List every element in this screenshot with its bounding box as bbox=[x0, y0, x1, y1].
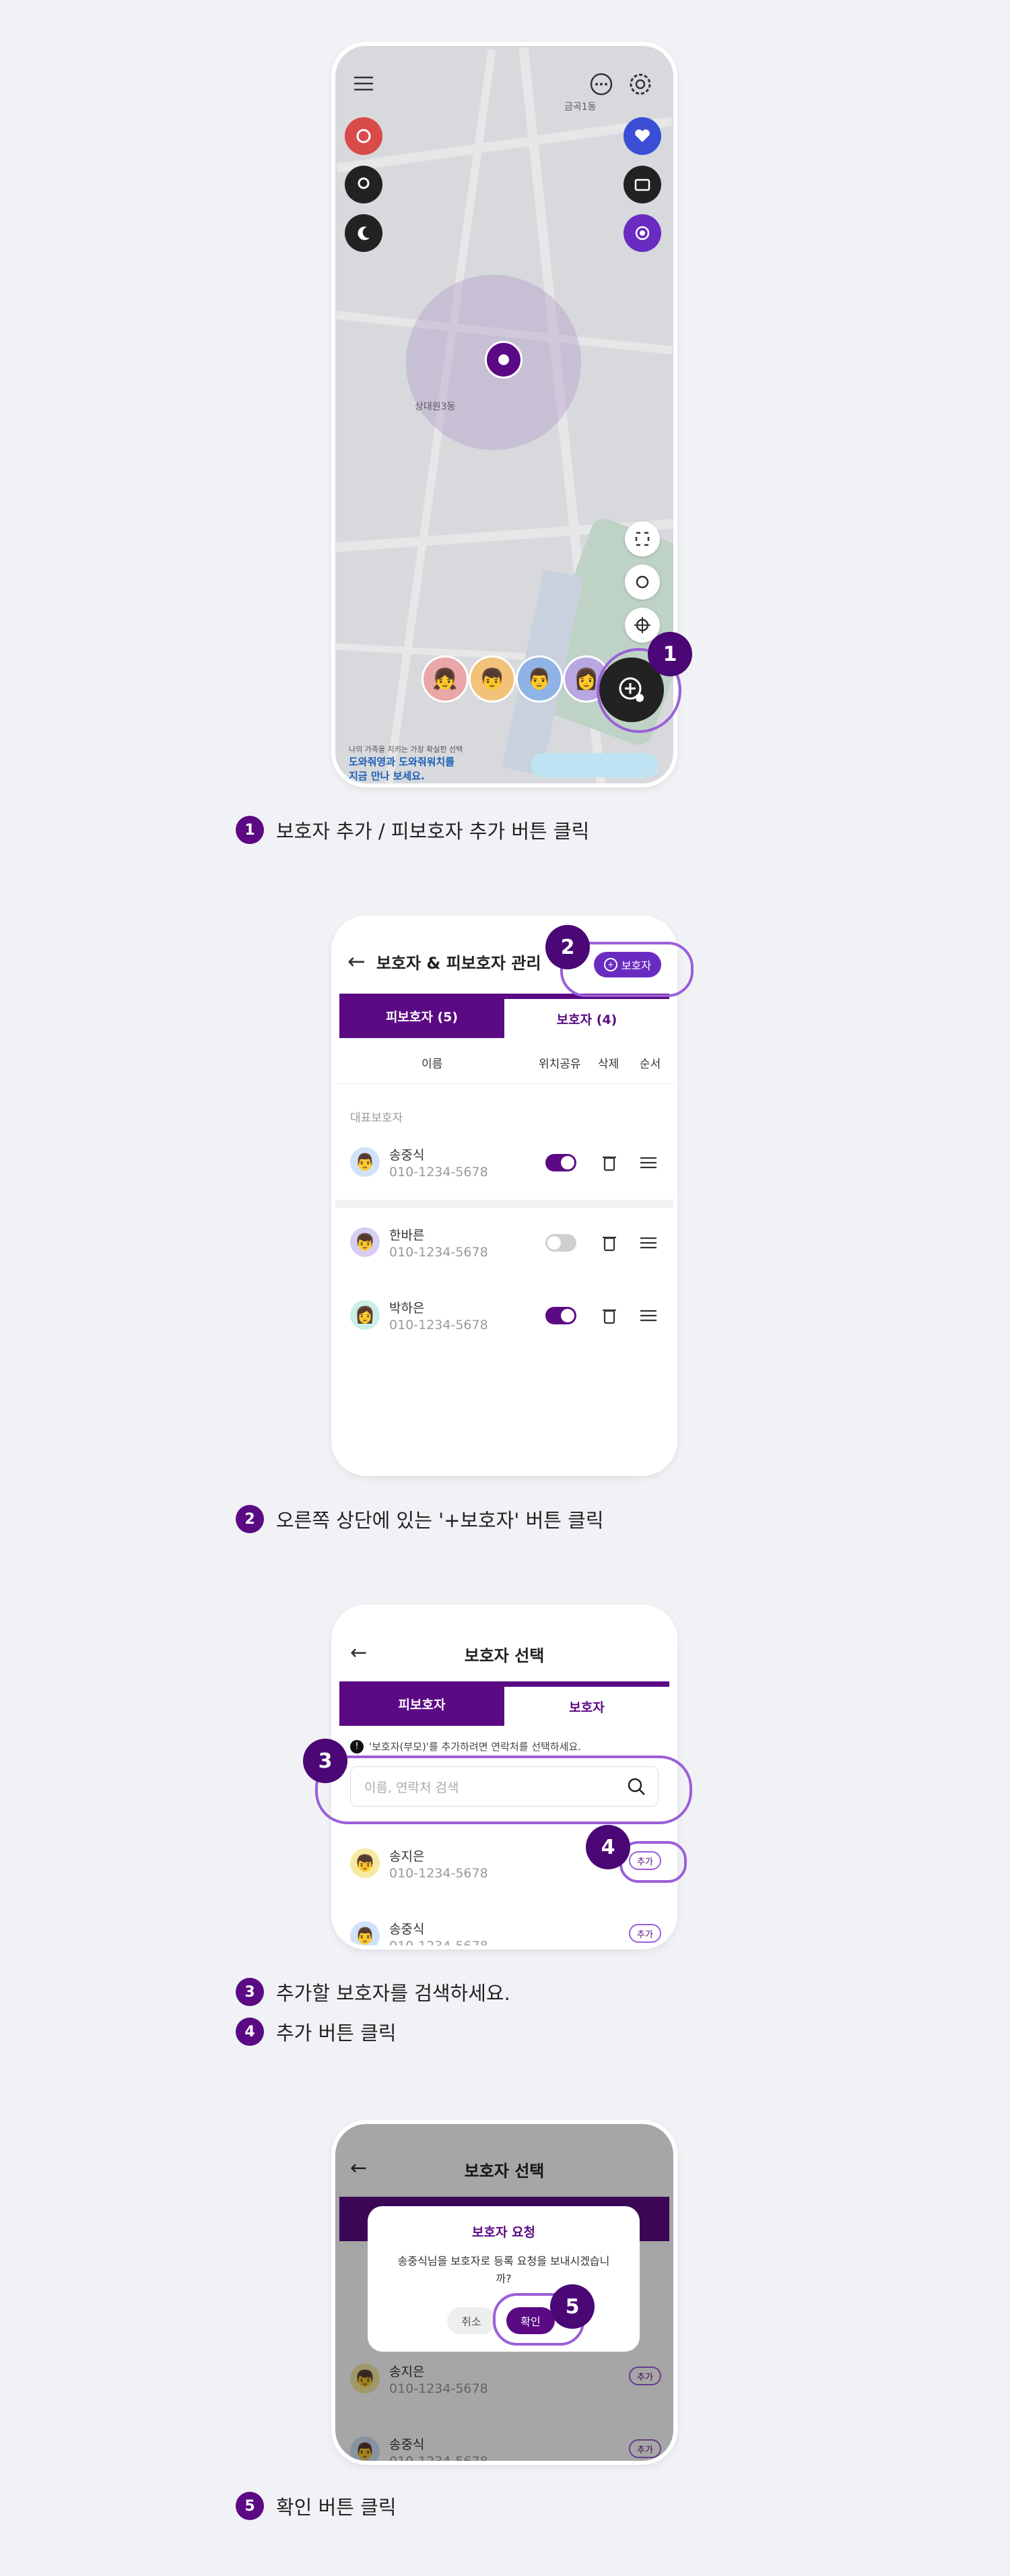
avatar: 👩 bbox=[350, 1300, 380, 1330]
guardian-name: 송중식 bbox=[389, 1921, 425, 1937]
back-arrow-icon[interactable]: ← bbox=[347, 948, 366, 974]
location-share-toggle[interactable] bbox=[545, 1307, 576, 1324]
guardian-phone: 010-1234-5678 bbox=[389, 1939, 488, 1946]
geofence-icon[interactable] bbox=[624, 214, 661, 252]
settings-gear-icon[interactable] bbox=[626, 70, 654, 98]
column-location-share: 위치공유 bbox=[539, 1058, 581, 1071]
step-3: 3 추가할 보호자를 검색하세요. bbox=[236, 1978, 510, 2006]
add-button[interactable]: 추가 bbox=[629, 1924, 661, 1943]
tab-guardian[interactable]: 보호자 bbox=[504, 1687, 669, 1726]
divider bbox=[335, 1083, 673, 1084]
column-delete: 삭제 bbox=[598, 1058, 619, 1071]
step-badge-4: 4 bbox=[586, 1825, 630, 1869]
reorder-handle-icon[interactable] bbox=[638, 1233, 659, 1253]
wallet-icon[interactable] bbox=[624, 166, 661, 203]
trash-icon[interactable] bbox=[599, 1304, 619, 1327]
step-badge-2: 2 bbox=[545, 925, 590, 969]
reorder-handle-icon[interactable] bbox=[638, 1306, 659, 1326]
reorder-handle-icon[interactable] bbox=[638, 1153, 659, 1173]
phone-manage-screen: ← 보호자 & 피보호자 관리 + 보호자 피보호자 (5) 보호자 (4) 이… bbox=[335, 920, 673, 1472]
family-member-avatar[interactable]: 👧 bbox=[422, 655, 469, 703]
tab-protected[interactable]: 피보호자 (5) bbox=[339, 994, 504, 1038]
tab-protected[interactable]: 피보호자 bbox=[339, 1681, 504, 1726]
tab-guardian[interactable]: 보호자 (4) bbox=[504, 999, 669, 1038]
column-name: 이름 bbox=[422, 1058, 443, 1071]
avatar: 👨 bbox=[350, 1147, 380, 1177]
guardian-phone: 010-1234-5678 bbox=[389, 1164, 488, 1180]
step-1: 1 보호자 추가 / 피보호자 추가 버튼 클릭 bbox=[236, 816, 589, 844]
family-member-avatar[interactable]: 👨 bbox=[516, 655, 563, 703]
step-number: 1 bbox=[236, 816, 264, 844]
family-member-avatar[interactable]: 👦 bbox=[469, 655, 516, 703]
avatar: 👨 bbox=[350, 1921, 380, 1945]
step-number: 5 bbox=[236, 2492, 264, 2520]
cancel-button[interactable]: 취소 bbox=[447, 2307, 496, 2334]
info-icon: ! bbox=[350, 1739, 364, 1753]
step-text: 오른쪽 상단에 있는 '+보호자' 버튼 클릭 bbox=[276, 1509, 604, 1532]
user-location-marker-icon[interactable] bbox=[485, 341, 523, 379]
step-2: 2 오른쪽 상단에 있는 '+보호자' 버튼 클릭 bbox=[236, 1505, 604, 1533]
sos-alarm-icon[interactable] bbox=[345, 117, 382, 155]
guardian-name: 송지은 bbox=[389, 1848, 425, 1864]
guardian-phone: 010-1234-5678 bbox=[389, 1865, 488, 1881]
avatar: 👦 bbox=[350, 1227, 380, 1257]
location-share-toggle[interactable] bbox=[545, 1234, 576, 1252]
section-label: 대표보호자 bbox=[350, 1112, 403, 1125]
night-mode-moon-icon[interactable] bbox=[345, 214, 382, 252]
step-5: 5 확인 버튼 클릭 bbox=[236, 2492, 397, 2520]
list-item[interactable]: 👨 송중식 010-1234-5678 bbox=[350, 1908, 659, 1945]
guardian-phone: 010-1234-5678 bbox=[389, 1244, 488, 1260]
chat-icon[interactable] bbox=[587, 70, 615, 98]
scan-icon[interactable] bbox=[625, 521, 660, 556]
step-badge-5: 5 bbox=[550, 2284, 595, 2329]
step-badge-3: 3 bbox=[303, 1739, 347, 1783]
step-text: 확인 버튼 클릭 bbox=[276, 2496, 397, 2519]
guardian-name: 박하은 bbox=[389, 1300, 425, 1316]
divider bbox=[335, 1200, 673, 1208]
promo-banner[interactable]: 나의 가족을 지키는 가장 확실한 선택 도와줘영과 도와줘워치를 지금 만나 … bbox=[349, 744, 660, 783]
trash-icon[interactable] bbox=[599, 1231, 619, 1254]
step-text: 보호자 추가 / 피보호자 추가 버튼 클릭 bbox=[276, 820, 590, 843]
notice-text: '보호자(부모)'를 추가하려면 연락처를 선택하세요. bbox=[369, 1741, 582, 1753]
banner-product-image bbox=[531, 753, 659, 777]
location-share-toggle[interactable] bbox=[545, 1154, 576, 1171]
step-text: 추가할 보호자를 검색하세요. bbox=[276, 1982, 510, 2005]
avatar: 👦 bbox=[350, 1848, 380, 1878]
column-order: 순서 bbox=[640, 1058, 661, 1071]
step-number: 3 bbox=[236, 1978, 264, 2006]
menu-icon[interactable] bbox=[350, 70, 377, 97]
page-title: 보호자 선택 bbox=[464, 1646, 545, 1665]
camera-icon[interactable] bbox=[625, 565, 660, 600]
page-title: 보호자 & 피보호자 관리 bbox=[376, 953, 541, 973]
phone-confirm-screen: ← 보호자 선택 👦 송지은010-1234-5678 추가 👨 송중식010-… bbox=[335, 2124, 673, 2461]
guardian-name: 한바른 bbox=[389, 1227, 425, 1243]
highlight-ring bbox=[315, 1756, 692, 1824]
dialog-title: 보호자 요청 bbox=[471, 2225, 535, 2240]
step-text: 추가 버튼 클릭 bbox=[276, 2022, 397, 2044]
dialog-body: 송중식님을 보호자로 등록 요청을 보내시겠습니까? bbox=[397, 2255, 610, 2285]
step-4: 4 추가 버튼 클릭 bbox=[236, 2018, 397, 2046]
step-number: 2 bbox=[236, 1505, 264, 1533]
step-badge-1: 1 bbox=[648, 632, 692, 676]
guardian-phone: 010-1234-5678 bbox=[389, 1317, 488, 1332]
step-number: 4 bbox=[236, 2018, 264, 2046]
trash-icon[interactable] bbox=[599, 1151, 619, 1174]
location-pin-icon[interactable] bbox=[345, 166, 382, 203]
guardian-name: 송중식 bbox=[389, 1147, 425, 1163]
heart-care-icon[interactable] bbox=[624, 117, 661, 155]
